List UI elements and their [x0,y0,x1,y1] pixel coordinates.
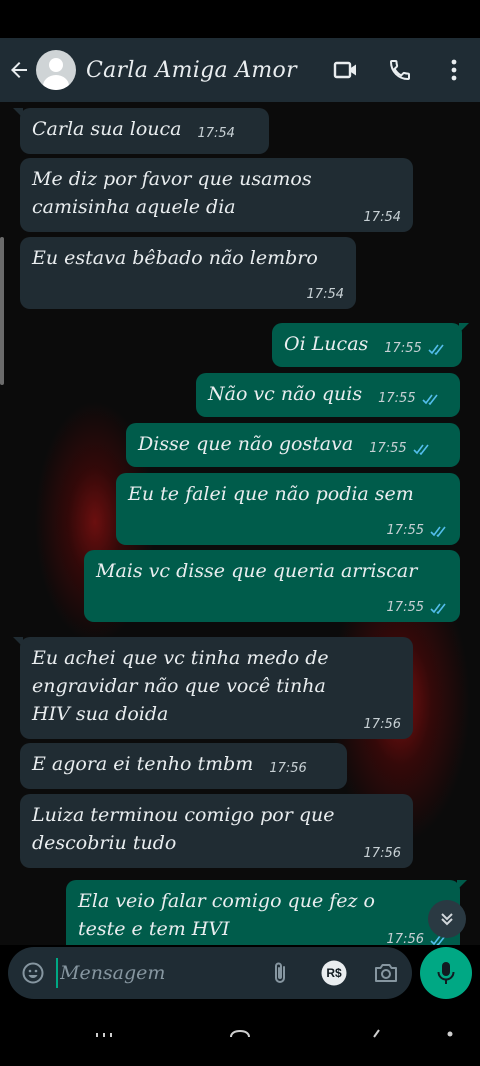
message-time: 17:55 [387,600,448,616]
message-incoming[interactable]: Eu estava bêbado não lembro 17:54 [20,237,356,309]
message-text-line: Eu achei que vc tinha medo de [32,647,329,669]
message-time: 17:55 [378,391,439,407]
message-text-line: Luiza terminou comigo por que [32,804,335,826]
read-receipt-icon [422,394,440,405]
message-outgoing[interactable]: Disse que não gostava 17:55 [126,423,460,467]
message-text: Oi Lucas [284,333,369,355]
video-call-icon[interactable] [328,52,364,88]
system-nav-bar [0,1005,480,1066]
composer: R$ [8,947,412,999]
chat-area[interactable]: Carla sua louca 17:54 Me diz por favor qu… [0,102,480,945]
message-outgoing[interactable]: Ela veio falar comigo que fez o teste e … [66,880,467,945]
back-nav-icon[interactable] [356,1023,396,1043]
message-text: Eu te falei que não podia sem [128,483,414,505]
message-time: 17:56 [363,717,401,732]
message-time: 17:54 [363,210,401,225]
avatar[interactable] [36,50,76,90]
mic-button[interactable] [420,947,472,999]
scroll-to-bottom-button[interactable] [428,900,466,938]
message-text-line: Ela veio falar comigo que fez o [78,890,375,912]
message-text-line: HIV sua doida [32,703,169,725]
emoji-icon[interactable] [18,958,48,988]
message-incoming[interactable]: E agora ei tenho tmbm 17:56 [20,743,347,789]
message-text: Mais vc disse que queria arriscar [96,560,418,582]
message-time: 17:55 [387,523,448,539]
message-text-line: Me diz por favor que usamos [32,168,312,190]
message-outgoing[interactable]: Mais vc disse que queria arriscar 17:55 [84,550,460,622]
payment-label: R$ [326,966,342,980]
camera-icon[interactable] [370,957,402,989]
message-outgoing[interactable]: Não vc não quis 17:55 [196,373,460,417]
message-time: 17:56 [363,846,401,861]
voice-call-icon[interactable] [382,52,418,88]
recents-icon[interactable] [84,1023,124,1043]
home-icon[interactable] [220,1023,260,1043]
message-input[interactable] [56,958,246,988]
read-receipt-icon [430,603,448,614]
message-text: Não vc não quis [208,383,363,405]
attach-icon[interactable] [264,957,296,989]
scrollbar[interactable] [0,237,4,385]
message-incoming[interactable]: Me diz por favor que usamos camisinha aq… [20,158,413,232]
message-incoming[interactable]: Eu achei que vc tinha medo de engravidar… [13,637,413,739]
message-incoming[interactable]: Carla sua louca 17:54 [13,108,269,154]
back-arrow-icon[interactable] [4,55,34,85]
read-receipt-icon [413,444,431,455]
more-options-icon[interactable] [436,52,472,88]
message-text-line: descobriu tudo [32,832,177,854]
message-time: 17:54 [306,287,344,302]
status-bar [0,0,480,38]
message-time: 17:56 [269,761,307,776]
message-text: Carla sua louca [32,118,182,140]
message-time: 17:54 [197,126,235,141]
message-text: Eu estava bêbado não lembro [32,247,318,269]
message-time: 17:55 [384,341,445,357]
contact-name[interactable]: Carla Amiga Amor [86,58,328,83]
mic-icon [437,962,455,984]
message-outgoing[interactable]: Eu te falei que não podia sem 17:55 [116,473,460,545]
payment-icon[interactable]: R$ [318,957,350,989]
composer-bar: R$ [0,945,480,1005]
message-text-line: engravidar não que você tinha [32,675,326,697]
message-outgoing[interactable]: Oi Lucas 17:55 [272,323,469,367]
read-receipt-icon [428,344,446,355]
message-text: E agora ei tenho tmbm [32,753,254,775]
chevron-double-down-icon [441,913,453,926]
keyboard-hide-icon[interactable] [430,1023,470,1043]
message-text-line: camisinha aquele dia [32,196,236,218]
message-incoming[interactable]: Luiza terminou comigo por que descobriu … [20,794,413,868]
message-time: 17:55 [369,441,430,457]
chat-header: Carla Amiga Amor [0,38,480,102]
message-text: Disse que não gostava [138,433,354,455]
read-receipt-icon [430,526,448,537]
